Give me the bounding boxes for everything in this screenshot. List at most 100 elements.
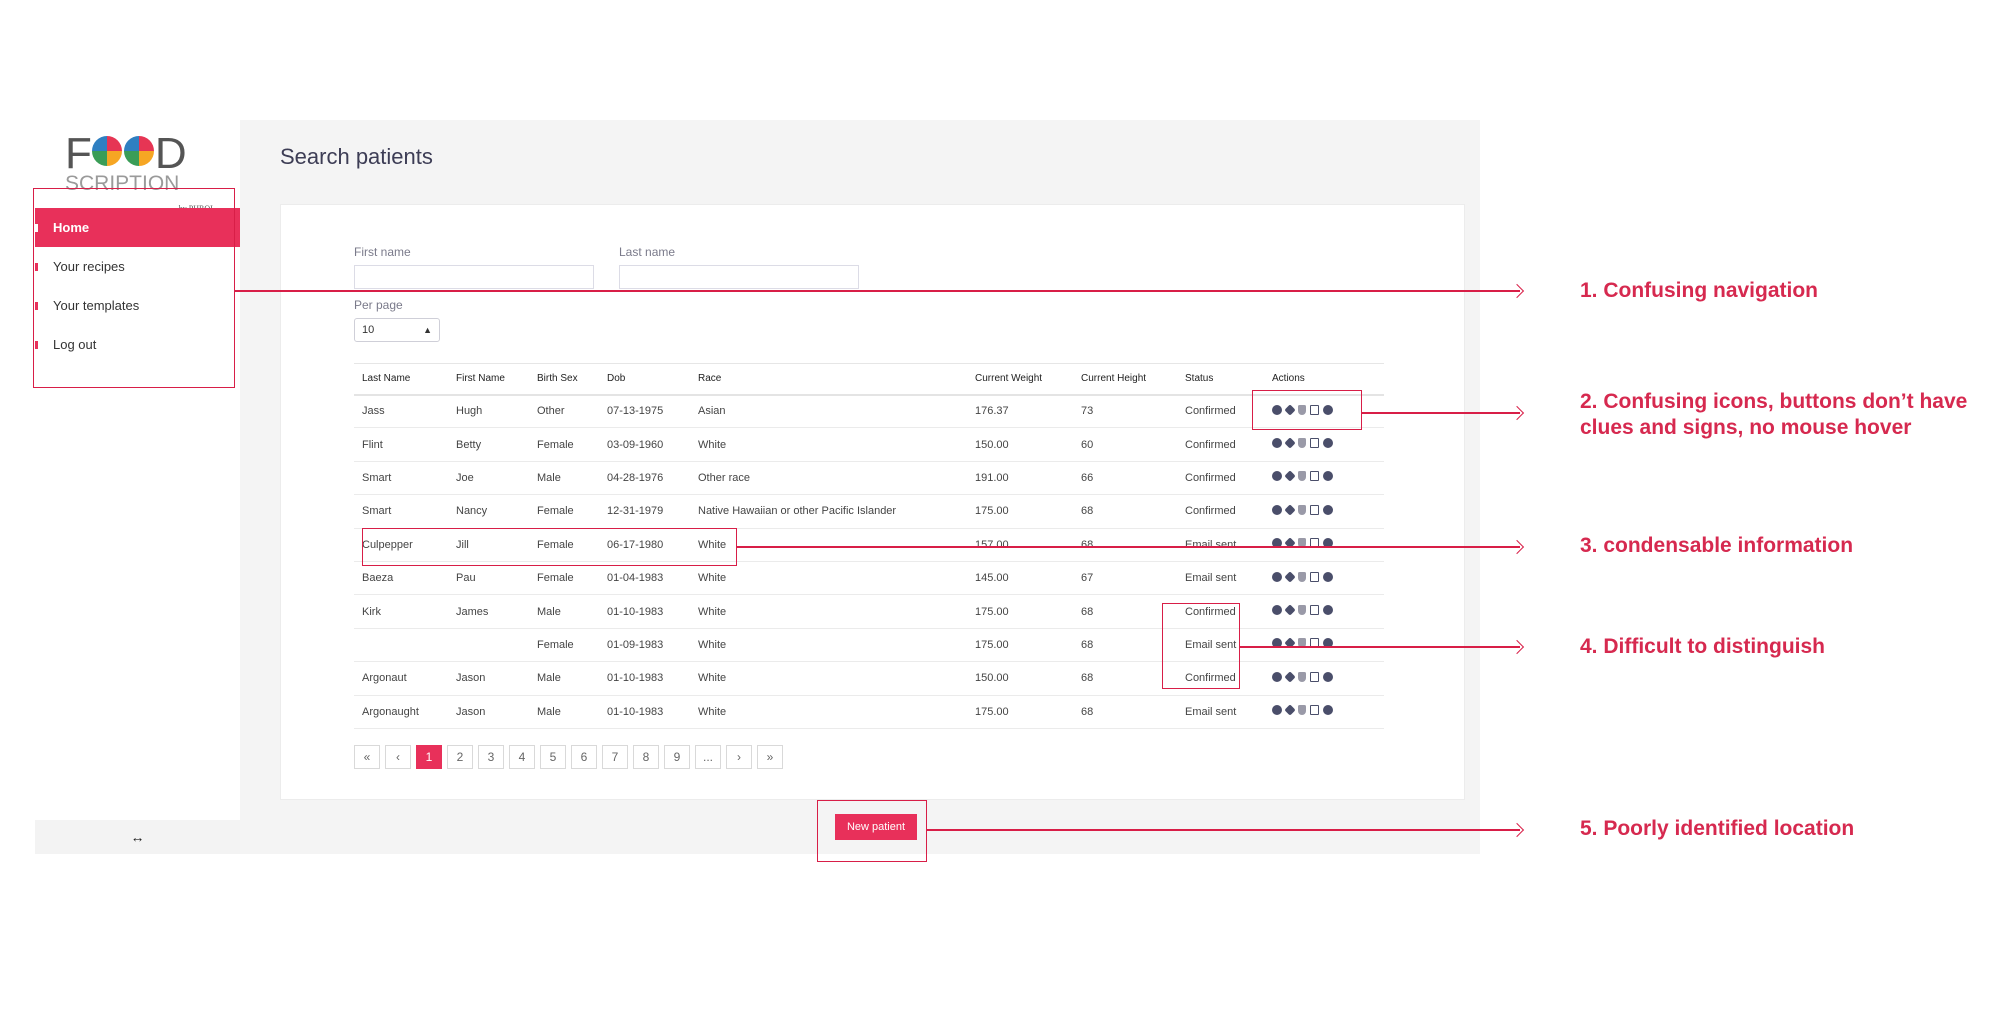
table-header-row: Last Name First Name Birth Sex Dob Race … — [354, 363, 1384, 396]
table-cell: 157.00 — [967, 528, 1073, 562]
page-button[interactable]: 2 — [447, 745, 473, 769]
page-button[interactable]: 3 — [478, 745, 504, 769]
first-name-input[interactable] — [354, 265, 594, 289]
user-circle-icon[interactable] — [1272, 671, 1282, 682]
calendar-icon[interactable] — [1310, 471, 1319, 482]
table-cell: 01-10-1983 — [599, 661, 690, 696]
table-cell: Confirmed — [1177, 461, 1264, 496]
page-button[interactable]: 5 — [540, 745, 566, 769]
page-button[interactable]: « — [354, 745, 380, 769]
page-button[interactable]: » — [757, 745, 783, 769]
table-cell: Other race — [690, 461, 967, 496]
table-row: Argonaught Jason Male 01-10-1983 White 175.00… — [354, 695, 1384, 729]
column-header[interactable]: Status — [1177, 363, 1264, 396]
arrow-right-icon — [1509, 539, 1525, 555]
gear-icon[interactable] — [1284, 504, 1296, 516]
table-cell: Flint — [354, 427, 448, 462]
table-cell: Male — [529, 661, 599, 696]
table-cell: Asian — [690, 394, 967, 429]
table-cell: Other — [529, 394, 599, 429]
calendar-icon[interactable] — [1310, 605, 1319, 616]
plus-circle-icon[interactable] — [1323, 571, 1333, 582]
sidebar-collapse-toggle[interactable]: ↔ — [35, 820, 240, 854]
column-header[interactable]: Birth Sex — [529, 363, 599, 396]
annotation-box-condensable — [362, 528, 737, 566]
page-button[interactable]: ... — [695, 745, 721, 769]
user-circle-icon[interactable] — [1272, 571, 1282, 582]
user-circle-icon[interactable] — [1272, 605, 1282, 616]
food-icon[interactable] — [1298, 705, 1306, 716]
actions-cell — [1264, 494, 1384, 529]
plus-circle-icon[interactable] — [1323, 671, 1333, 682]
table-cell: Male — [529, 594, 599, 629]
arrow-right-icon — [1509, 283, 1525, 299]
column-header[interactable]: Current Height — [1073, 363, 1177, 396]
plus-circle-icon[interactable] — [1323, 504, 1333, 515]
table-cell: 07-13-1975 — [599, 394, 690, 429]
calendar-icon[interactable] — [1310, 705, 1319, 716]
gear-icon[interactable] — [1284, 570, 1296, 583]
annotation-label: 3. condensable information — [1580, 534, 1854, 557]
column-header[interactable]: First Name — [448, 363, 529, 396]
column-header[interactable]: Last Name — [354, 363, 448, 396]
food-icon[interactable] — [1298, 438, 1306, 449]
page-button[interactable]: 7 — [602, 745, 628, 769]
annotation-connector — [1362, 412, 1520, 414]
row-actions — [1272, 671, 1333, 683]
table-cell: Smart — [354, 461, 448, 496]
first-name-label: First name — [354, 245, 411, 259]
food-icon[interactable] — [1298, 605, 1306, 616]
page-button[interactable]: 1 — [416, 745, 442, 769]
row-actions — [1272, 604, 1333, 616]
user-circle-icon[interactable] — [1272, 471, 1282, 482]
page-button[interactable]: › — [726, 745, 752, 769]
table-cell: 04-28-1976 — [599, 461, 690, 496]
page-button[interactable]: 9 — [664, 745, 690, 769]
column-header[interactable]: Race — [690, 363, 967, 396]
column-header[interactable]: Dob — [599, 363, 690, 396]
gear-icon[interactable] — [1284, 437, 1296, 449]
table-cell: Native Hawaiian or other Pacific Islande… — [690, 494, 967, 529]
gear-icon[interactable] — [1284, 604, 1296, 616]
food-icon[interactable] — [1298, 671, 1306, 682]
table-cell: Kirk — [354, 594, 448, 629]
row-actions — [1272, 570, 1333, 583]
actions-cell — [1264, 661, 1384, 696]
gear-icon[interactable] — [1284, 671, 1296, 683]
page-button[interactable]: ‹ — [385, 745, 411, 769]
plus-circle-icon[interactable] — [1323, 438, 1333, 449]
user-circle-icon[interactable] — [1272, 438, 1282, 449]
table-cell: Female — [529, 494, 599, 529]
per-page-select[interactable]: 10 ▲︎ — [354, 318, 440, 342]
page-button[interactable]: 8 — [633, 745, 659, 769]
calendar-icon[interactable] — [1310, 438, 1319, 449]
page-button[interactable]: 6 — [571, 745, 597, 769]
column-header[interactable]: Current Weight — [967, 363, 1073, 396]
arrow-right-icon — [1509, 639, 1525, 655]
annotation-connector — [927, 829, 1520, 831]
table-cell: Jason — [448, 695, 529, 729]
annotation-connector — [737, 546, 1520, 548]
page-button[interactable]: 4 — [509, 745, 535, 769]
food-icon[interactable] — [1298, 571, 1306, 582]
user-circle-icon[interactable] — [1272, 504, 1282, 515]
food-icon[interactable] — [1298, 504, 1306, 515]
gear-icon[interactable] — [1284, 704, 1296, 716]
food-icon[interactable] — [1298, 471, 1306, 482]
plus-circle-icon[interactable] — [1323, 471, 1333, 482]
table-cell: 175.00 — [967, 695, 1073, 729]
plus-circle-icon[interactable] — [1323, 705, 1333, 716]
table-row: Smart Nancy Female 12-31-1979 Native Hawaiia… — [354, 494, 1384, 529]
plus-circle-icon[interactable] — [1323, 605, 1333, 616]
gear-icon[interactable] — [1284, 470, 1296, 483]
user-circle-icon[interactable] — [1272, 705, 1282, 716]
last-name-input[interactable] — [619, 265, 859, 289]
table-cell: 150.00 — [967, 661, 1073, 696]
annotation-box-new-patient — [817, 800, 927, 862]
calendar-icon[interactable] — [1310, 571, 1319, 582]
table-cell: 68 — [1073, 695, 1177, 729]
calendar-icon[interactable] — [1310, 504, 1319, 515]
calendar-icon[interactable] — [1310, 671, 1319, 682]
table-cell: 175.00 — [967, 594, 1073, 629]
row-actions — [1272, 470, 1333, 483]
